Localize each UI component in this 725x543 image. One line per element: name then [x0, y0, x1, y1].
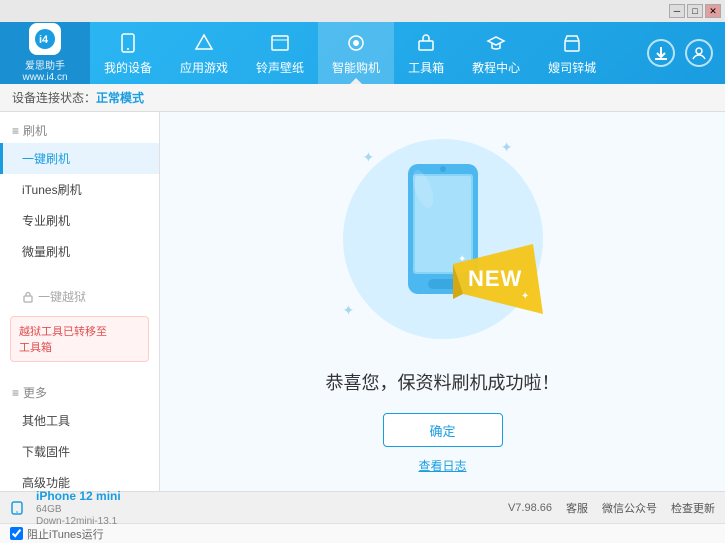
download-btn[interactable] — [647, 39, 675, 67]
restore-btn[interactable]: □ — [687, 4, 703, 18]
more-header-label: 更多 — [23, 384, 47, 401]
version-label: V7.98.66 — [508, 502, 552, 514]
new-badge: NEW ✦ ✦ — [453, 244, 543, 319]
sidebar-item-other-tools[interactable]: 其他工具 — [0, 405, 159, 436]
apps-icon — [192, 31, 216, 55]
status-bar: 设备连接状态： 正常模式 — [0, 84, 725, 112]
logo-svg: i4 — [34, 28, 56, 50]
logo[interactable]: i4 爱思助手 www.i4.cn — [0, 22, 90, 84]
more-header-icon: ≡ — [12, 386, 19, 400]
sidebar-item-micro-flash[interactable]: 微量刷机 — [0, 236, 159, 267]
sidebar-item-itunes-flash[interactable]: iTunes刷机 — [0, 174, 159, 205]
jailbreak-label: 一键越狱 — [38, 288, 86, 305]
sidebar: ≡ 刷机 一键刷机 iTunes刷机 专业刷机 微量刷机 一键越狱 越狱工具已转… — [0, 112, 160, 491]
nav-label-store: 嫂司锌城 — [548, 59, 596, 76]
nav-label-apps: 应用游戏 — [180, 59, 228, 76]
store-icon — [560, 31, 584, 55]
nav-label-toolbox: 工具箱 — [408, 59, 444, 76]
nav-smart-shop[interactable]: 智能购机 — [318, 22, 394, 84]
music-icon — [268, 31, 292, 55]
phone-icon — [116, 31, 140, 55]
lock-icon — [22, 291, 34, 303]
sidebar-section-more: ≡ 更多 其他工具 下载固件 高级功能 — [0, 374, 159, 491]
status-value: 正常模式 — [96, 89, 144, 106]
sidebar-jailbreak-warning: 越狱工具已转移至工具箱 — [10, 316, 149, 362]
sidebar-item-jailbreak-disabled: 一键越狱 — [0, 281, 159, 312]
daily-link[interactable]: 查看日志 — [418, 457, 466, 474]
nav-ringtones[interactable]: 铃声壁纸 — [242, 22, 318, 84]
logo-line2: www.i4.cn — [22, 72, 67, 83]
nav-toolbox[interactable]: 工具箱 — [394, 22, 458, 84]
nav-store[interactable]: 嫂司锌城 — [534, 22, 610, 84]
confirm-button[interactable]: 确定 — [383, 413, 503, 447]
logo-icon: i4 — [29, 23, 61, 55]
sidebar-item-pro-flash[interactable]: 专业刷机 — [0, 205, 159, 236]
support-link[interactable]: 客服 — [566, 500, 588, 516]
sidebar-section-flash: ≡ 刷机 一键刷机 iTunes刷机 专业刷机 微量刷机 — [0, 112, 159, 273]
logo-line1: 爱思助手 — [25, 57, 65, 72]
nav-label-my-device: 我的设备 — [104, 59, 152, 76]
tools-icon — [414, 31, 438, 55]
header: i4 爱思助手 www.i4.cn 我的设备 应用游戏 铃声壁纸 — [0, 22, 725, 84]
svg-text:NEW: NEW — [468, 266, 522, 291]
status-label: 设备连接状态： — [12, 89, 96, 106]
success-illustration: ✦ ✦ ✦ — [333, 129, 553, 349]
svg-text:i4: i4 — [39, 34, 49, 46]
device-storage: 64GB — [36, 504, 121, 515]
close-btn[interactable]: ✕ — [705, 4, 721, 18]
svg-text:✦: ✦ — [458, 254, 466, 265]
wechat-link[interactable]: 微信公众号 — [602, 500, 657, 516]
camera-icon — [344, 31, 368, 55]
main-area: ≡ 刷机 一键刷机 iTunes刷机 专业刷机 微量刷机 一键越狱 越狱工具已转… — [0, 112, 725, 491]
graduation-icon — [484, 31, 508, 55]
nav-apps-games[interactable]: 应用游戏 — [166, 22, 242, 84]
device-phone-icon — [10, 501, 24, 515]
flash-header-icon: ≡ — [12, 124, 19, 138]
svg-text:✦: ✦ — [521, 291, 529, 302]
device-name: iPhone 12 mini — [36, 489, 121, 503]
user-btn[interactable] — [685, 39, 713, 67]
itunes-stop-checkbox[interactable] — [10, 527, 23, 540]
nav-label-tutorials: 教程中心 — [472, 59, 520, 76]
minimize-btn[interactable]: ─ — [669, 4, 685, 18]
content-area: ✦ ✦ ✦ — [160, 112, 725, 491]
success-text: 恭喜您，保资料刷机成功啦！ — [326, 369, 560, 395]
device-info: iPhone 12 mini 64GB Down-12mini-13.1 — [36, 489, 121, 527]
flash-header-label: 刷机 — [23, 122, 47, 139]
nav-tutorials[interactable]: 教程中心 — [458, 22, 534, 84]
title-bar: ─ □ ✕ — [0, 0, 725, 22]
sidebar-flash-header: ≡ 刷机 — [0, 118, 159, 143]
nav-items: 我的设备 应用游戏 铃声壁纸 智能购机 工具箱 — [90, 22, 647, 84]
sparkle-icon-3: ✦ — [343, 302, 355, 319]
itunes-stop-label: 阻止iTunes运行 — [27, 526, 104, 542]
sparkle-icon-1: ✦ — [363, 149, 375, 166]
sparkle-icon-2: ✦ — [501, 139, 513, 156]
nav-my-device[interactable]: 我的设备 — [90, 22, 166, 84]
bottom-right: V7.98.66 客服 微信公众号 检查更新 — [508, 500, 715, 516]
nav-label-smart-shop: 智能购机 — [332, 59, 380, 76]
sidebar-item-advanced[interactable]: 高级功能 — [0, 467, 159, 491]
bottom-bar: iPhone 12 mini 64GB Down-12mini-13.1 V7.… — [0, 491, 725, 523]
nav-label-ringtones: 铃声壁纸 — [256, 59, 304, 76]
sidebar-more-header: ≡ 更多 — [0, 380, 159, 405]
sidebar-item-onekey-flash[interactable]: 一键刷机 — [0, 143, 159, 174]
header-right — [647, 39, 725, 67]
sidebar-item-download-firmware[interactable]: 下载固件 — [0, 436, 159, 467]
check-update-link[interactable]: 检查更新 — [671, 500, 715, 516]
